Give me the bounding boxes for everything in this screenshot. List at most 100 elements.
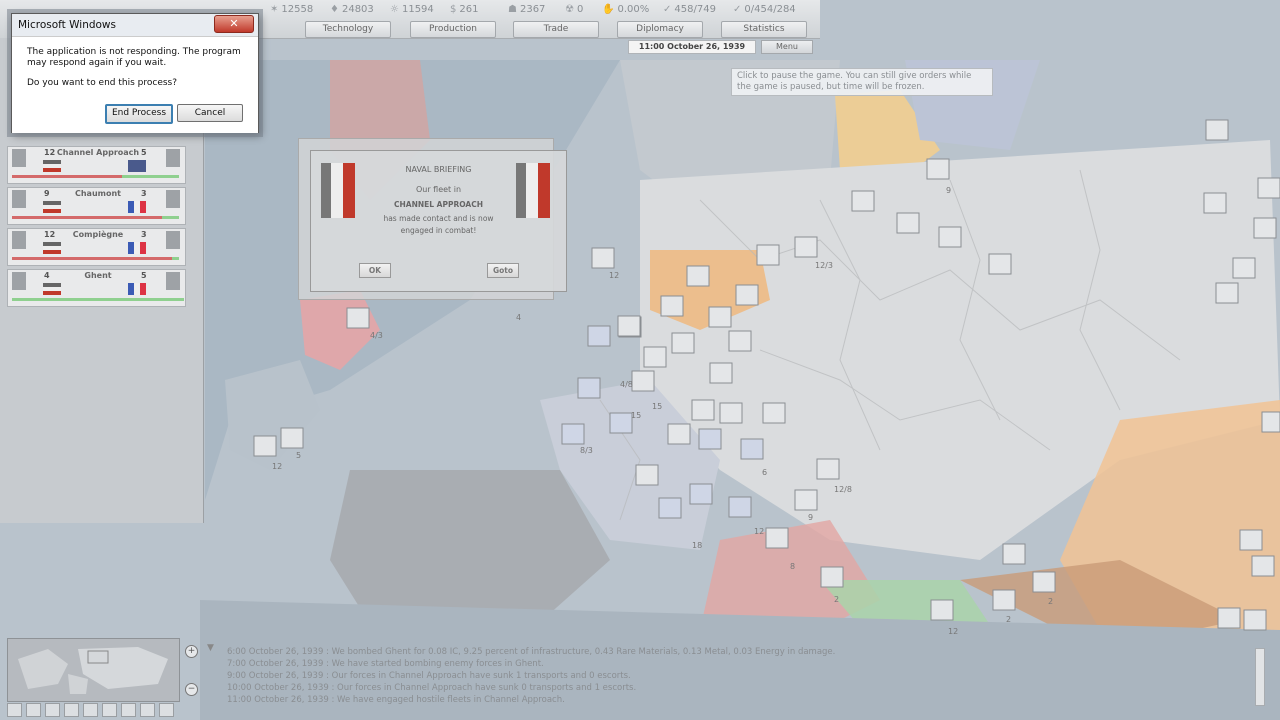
commander-portrait	[166, 149, 180, 167]
mapmode-weather-icon[interactable]	[64, 703, 79, 717]
unit-strength-label: 18	[692, 541, 702, 550]
tab-production[interactable]: Production	[410, 21, 496, 38]
end-process-button[interactable]: End Process	[105, 104, 173, 124]
log-entry: 7:00 October 26, 1939 : We have started …	[227, 659, 544, 669]
unit-strength-label: 6	[762, 468, 767, 477]
germany-flag-icon	[43, 242, 61, 254]
unit-strength-label: 8/3	[580, 446, 593, 455]
unit-strength-label: 9	[808, 513, 813, 522]
resource-units[interactable]: ✓ 0/454/284	[733, 4, 796, 15]
mapmode-infrastructure-icon[interactable]	[121, 703, 136, 717]
france-flag-icon	[128, 201, 146, 213]
game-date-button[interactable]: 11:00 October 26, 1939	[628, 40, 756, 54]
commander-portrait	[12, 231, 26, 249]
map-mode-toolbar	[7, 703, 187, 717]
commander-portrait	[12, 190, 26, 208]
germany-flag-icon	[516, 163, 550, 218]
unit-strength-label: 8	[790, 562, 795, 571]
mapmode-political-icon[interactable]	[26, 703, 41, 717]
unit-strength-label: 12/3	[815, 261, 833, 270]
log-collapse-icon[interactable]: ▼	[207, 643, 214, 653]
resource-manpower[interactable]: ✶ 12558	[270, 4, 313, 15]
manpower-icon: ✶	[270, 4, 279, 15]
dialog-body: The application is not responding. The p…	[12, 36, 258, 133]
resource-leadership[interactable]: ✓ 458/749	[663, 4, 716, 15]
pause-tooltip: Click to pause the game. You can still g…	[731, 68, 993, 96]
zoom-out-icon[interactable]: −	[185, 683, 198, 696]
combat-entry-chaumont[interactable]: 9 Chaumont 3	[7, 187, 186, 225]
money-icon: $	[450, 4, 457, 15]
log-entry: 9:00 October 26, 1939 : Our forces in Ch…	[227, 671, 631, 681]
resource-money[interactable]: $261	[450, 4, 478, 15]
strength-bar-enemy	[172, 257, 179, 260]
menu-button[interactable]: Menu	[761, 40, 813, 54]
mapmode-resources-icon[interactable]	[83, 703, 98, 717]
close-icon[interactable]: ✕	[214, 15, 254, 33]
resource-supplies[interactable]: ♦ 24803	[330, 4, 374, 15]
commander-portrait	[12, 149, 26, 167]
tab-trade[interactable]: Trade	[513, 21, 599, 38]
germany-flag-icon	[43, 283, 61, 295]
briefing-ok-button[interactable]: OK	[359, 263, 391, 278]
nuclear-icon: ☢	[565, 4, 574, 15]
strength-bar-own	[12, 175, 122, 178]
germany-flag-icon	[321, 163, 355, 218]
unit-strength-label: 12	[609, 271, 619, 280]
resource-nuclear[interactable]: ☢ 0	[565, 4, 583, 15]
resource-dissent[interactable]: ✋ 0.00%	[602, 4, 649, 15]
mapmode-naval-icon[interactable]	[140, 703, 155, 717]
france-flag-icon	[128, 283, 146, 295]
germany-flag-icon	[43, 201, 61, 213]
strength-bar-own	[12, 298, 184, 301]
dialog-question: Do you want to end this process?	[27, 78, 178, 88]
tab-diplomacy[interactable]: Diplomacy	[617, 21, 703, 38]
mapmode-diplomatic-icon[interactable]	[102, 703, 117, 717]
unit-strength-label: 4/3	[370, 331, 383, 340]
zoom-in-icon[interactable]: +	[185, 645, 198, 658]
combat-entry-channel-approach[interactable]: 12 Channel Approach 5	[7, 146, 186, 184]
unit-strength-label: 15	[631, 411, 641, 420]
mapmode-supply-icon[interactable]	[45, 703, 60, 717]
naval-briefing-popup: NAVAL BRIEFING Our fleet in CHANNEL APPR…	[310, 150, 567, 292]
strength-bar-own	[12, 257, 172, 260]
minimap[interactable]	[7, 638, 180, 702]
unit-strength-label: 2	[834, 595, 839, 604]
commander-portrait	[12, 272, 26, 290]
log-entry: 6:00 October 26, 1939 : We bombed Ghent …	[227, 647, 836, 657]
mapmode-terrain-icon[interactable]	[7, 703, 22, 717]
combat-entry-compiegne[interactable]: 12 Compiègne 3	[7, 228, 186, 266]
tab-technology[interactable]: Technology	[305, 21, 391, 38]
unit-strength-label: 15	[652, 402, 662, 411]
briefing-location: CHANNEL APPROACH	[394, 200, 483, 209]
commander-portrait	[166, 190, 180, 208]
unit-strength-label: 12	[754, 527, 764, 536]
dialog-message: The application is not responding. The p…	[27, 47, 241, 68]
unit-strength-label: 12	[948, 627, 958, 636]
briefing-goto-button[interactable]: Goto	[487, 263, 519, 278]
leadership-icon: ✓	[663, 4, 672, 15]
tab-statistics[interactable]: Statistics	[721, 21, 807, 38]
strength-bar-own	[12, 216, 162, 219]
unit-strength-label: 2	[1006, 615, 1011, 624]
unit-strength-label: 4/8	[620, 380, 633, 389]
strength-bar-enemy	[122, 175, 179, 178]
strength-bar-enemy	[162, 216, 179, 219]
resource-oil[interactable]: ☼ 11594	[390, 4, 434, 15]
log-scrollbar[interactable]	[1255, 648, 1265, 706]
unit-strength-label: 5	[296, 451, 301, 460]
unit-strength-label: 9	[946, 186, 951, 195]
oil-icon: ☼	[390, 4, 399, 15]
france-flag-icon	[128, 242, 146, 254]
cancel-button[interactable]: Cancel	[177, 104, 243, 122]
log-entry: 10:00 October 26, 1939 : Our forces in C…	[227, 683, 637, 693]
uk-flag-icon	[128, 160, 146, 172]
unit-strength-label: 12/8	[834, 485, 852, 494]
combat-entry-ghent[interactable]: 4 Ghent 5	[7, 269, 186, 307]
unit-strength-label: 2	[1048, 597, 1053, 606]
unit-strength-label: 4	[516, 313, 521, 322]
commander-portrait	[166, 272, 180, 290]
briefing-title: NAVAL BRIEFING	[405, 165, 472, 174]
mapmode-air-icon[interactable]	[159, 703, 174, 717]
resource-transport[interactable]: ☗ 2367	[508, 4, 545, 15]
dissent-icon: ✋	[602, 4, 615, 15]
